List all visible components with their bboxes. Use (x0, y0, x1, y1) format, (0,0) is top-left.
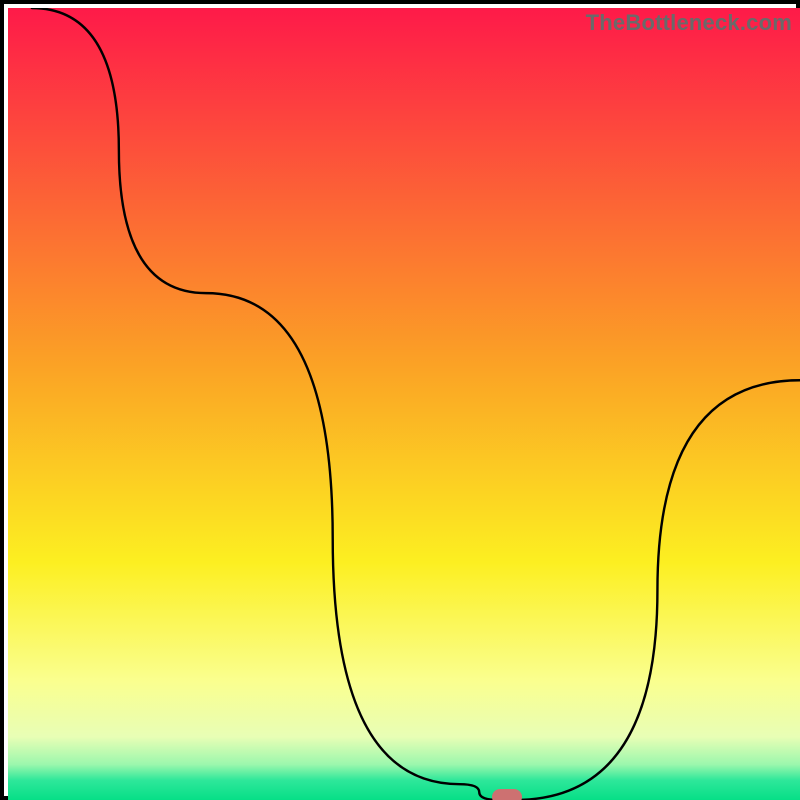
curve-layer (8, 8, 800, 800)
chart-frame: TheBottleneck.com (0, 0, 800, 800)
bottleneck-curve (32, 8, 800, 800)
plot-area: TheBottleneck.com (8, 8, 800, 800)
optimal-point-marker (492, 789, 522, 800)
watermark-text: TheBottleneck.com (586, 10, 792, 36)
